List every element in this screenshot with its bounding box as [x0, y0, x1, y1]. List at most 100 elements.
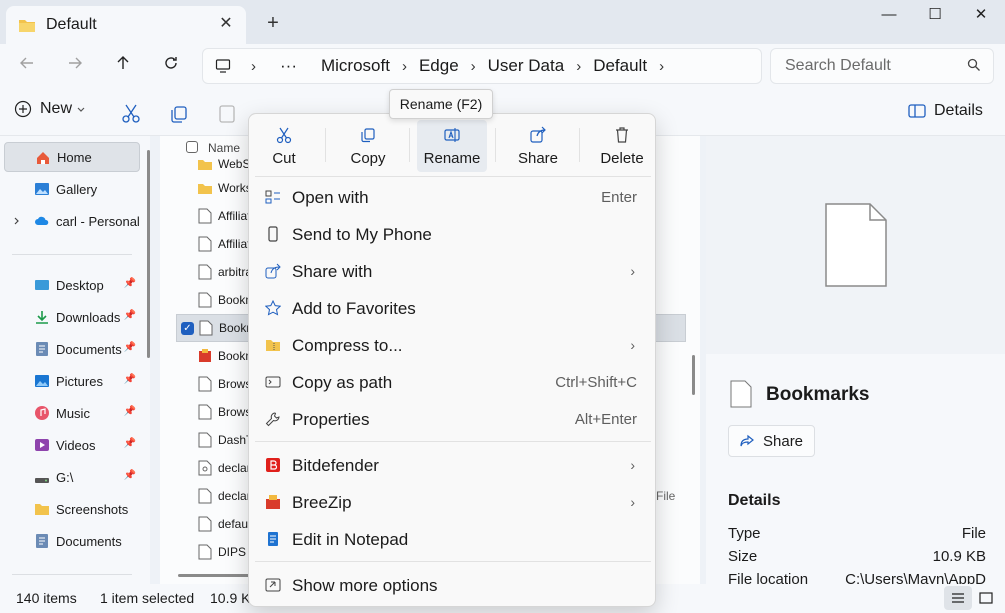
list-view-icon [952, 593, 964, 603]
menu-item-properties[interactable]: Properties Alt+Enter [255, 402, 651, 436]
sidebar-item-downloads[interactable]: Downloads 📌 [4, 302, 140, 332]
forward-button[interactable] [60, 52, 90, 80]
maximize-button[interactable]: ☐ [912, 0, 958, 32]
breadcrumb-microsoft[interactable]: Microsoft [321, 56, 390, 76]
sidebar-divider [12, 254, 132, 255]
breadcrumb-separator[interactable]: › [251, 58, 256, 75]
minimize-button[interactable]: — [866, 0, 912, 32]
file-icon [198, 516, 212, 532]
chevron-right-icon[interactable] [12, 216, 22, 226]
pin-icon[interactable]: 📌 [124, 310, 136, 321]
arrow-left-icon [20, 57, 33, 69]
menu-item-show-more-options[interactable]: Show more options [255, 568, 651, 602]
menu-divider [255, 441, 651, 442]
share-icon [740, 434, 754, 447]
pin-icon[interactable]: 📌 [124, 470, 136, 481]
tiles-view-icon [979, 592, 993, 604]
file-preview [706, 136, 1005, 354]
tiles-view-button[interactable] [972, 586, 1000, 610]
wrench-icon [265, 412, 280, 427]
sidebar-scrollbar[interactable] [147, 150, 150, 358]
menu-item-bitdefender[interactable]: Bitdefender › [255, 448, 651, 482]
menu-item-compress[interactable]: Compress to... › [255, 328, 651, 362]
quick-action-divider [325, 128, 326, 162]
new-button[interactable]: New [14, 100, 86, 118]
sidebar-item-videos[interactable]: Videos 📌 [4, 430, 140, 460]
details-view-button[interactable] [944, 586, 972, 610]
arrow-right-icon [69, 57, 82, 69]
share-icon [265, 263, 281, 279]
close-window-button[interactable]: ✕ [958, 0, 1004, 32]
details-share-button[interactable]: Share [728, 425, 815, 457]
detail-key: Type [728, 525, 761, 542]
breadcrumb-edge[interactable]: Edge [419, 56, 459, 76]
music-icon [35, 406, 49, 420]
breadcrumb-separator[interactable]: › [471, 58, 476, 75]
address-bar[interactable]: › ··· Microsoft › Edge › User Data › Def… [202, 48, 762, 84]
settings-file-icon [198, 460, 212, 476]
documents-icon [36, 534, 48, 548]
cut-button[interactable]: Cut [249, 120, 319, 172]
breadcrumb-more[interactable]: ··· [280, 56, 297, 76]
desktop-icon [35, 280, 49, 290]
back-button[interactable] [12, 52, 42, 80]
sidebar-item-pictures[interactable]: Pictures 📌 [4, 366, 140, 396]
row-checkbox[interactable]: ✓ [181, 322, 194, 335]
new-tab-button[interactable]: + [262, 12, 284, 34]
share-button[interactable]: Share [503, 120, 573, 172]
up-button[interactable] [108, 52, 138, 80]
pin-icon[interactable]: 📌 [124, 438, 136, 449]
breadcrumb-separator[interactable]: › [576, 58, 581, 75]
sidebar-item-label: Music [56, 405, 90, 421]
pin-icon[interactable]: 📌 [124, 406, 136, 417]
pin-icon[interactable]: 📌 [124, 374, 136, 385]
delete-button[interactable]: Delete [587, 120, 657, 172]
breadcrumb-default[interactable]: Default [593, 56, 647, 76]
search-input[interactable]: Search Default [770, 48, 994, 84]
menu-item-open-with[interactable]: Open with Enter [255, 180, 651, 214]
sidebar-item-documents-2[interactable]: Documents [4, 526, 140, 556]
sidebar-item-onedrive[interactable]: carl - Personal [4, 206, 140, 236]
copy-icon[interactable] [168, 102, 190, 124]
arrow-up-icon [117, 56, 129, 69]
menu-item-edit-in-notepad[interactable]: Edit in Notepad [255, 522, 651, 556]
menu-item-send-to-phone[interactable]: Send to My Phone [255, 217, 651, 251]
menu-item-breezip[interactable]: BreeZip › [255, 485, 651, 519]
submenu-arrow-icon: › [630, 337, 635, 353]
menu-item-copy-as-path[interactable]: Copy as path Ctrl+Shift+C [255, 365, 651, 399]
sidebar-item-gallery[interactable]: Gallery [4, 174, 140, 204]
tab-default[interactable]: Default ✕ [6, 6, 246, 44]
copy-button[interactable]: Copy [333, 120, 403, 172]
pin-icon[interactable]: 📌 [124, 278, 136, 289]
breadcrumb-user-data[interactable]: User Data [488, 56, 565, 76]
more-options-icon [265, 578, 281, 592]
sidebar-item-label: Desktop [56, 277, 104, 293]
menu-item-label: Send to My Phone [292, 225, 432, 244]
rename-tooltip: Rename (F2) [389, 89, 493, 119]
quick-action-divider [495, 128, 496, 162]
refresh-button[interactable] [156, 52, 186, 80]
status-item-count: 140 items [16, 590, 77, 606]
details-button[interactable]: Details [908, 102, 983, 120]
paste-icon[interactable] [216, 102, 238, 124]
sidebar-item-desktop[interactable]: Desktop 📌 [4, 270, 140, 300]
menu-item-add-to-favorites[interactable]: Add to Favorites [255, 291, 651, 325]
pin-icon[interactable]: 📌 [124, 342, 136, 353]
sidebar-item-music[interactable]: Music 📌 [4, 398, 140, 428]
tab-close-button[interactable]: ✕ [216, 14, 236, 34]
sidebar-item-drive-g[interactable]: G:\ 📌 [4, 462, 140, 492]
sidebar-item-home[interactable]: Home [4, 142, 140, 172]
sidebar-item-documents[interactable]: Documents 📌 [4, 334, 140, 364]
sidebar-item-label: Gallery [56, 181, 98, 197]
breadcrumb-separator[interactable]: › [402, 58, 407, 75]
menu-item-share-with[interactable]: Share with › [255, 254, 651, 288]
vertical-scrollbar[interactable] [692, 355, 695, 395]
sidebar-item-screenshots[interactable]: Screenshots [4, 494, 140, 524]
tab-title: Default [46, 16, 97, 33]
cut-icon[interactable] [120, 102, 142, 124]
menu-item-label: Properties [292, 410, 370, 429]
breadcrumb-separator[interactable]: › [659, 58, 664, 75]
file-large-icon [825, 203, 887, 287]
file-icon [198, 544, 212, 560]
rename-button[interactable]: Rename [417, 120, 487, 172]
